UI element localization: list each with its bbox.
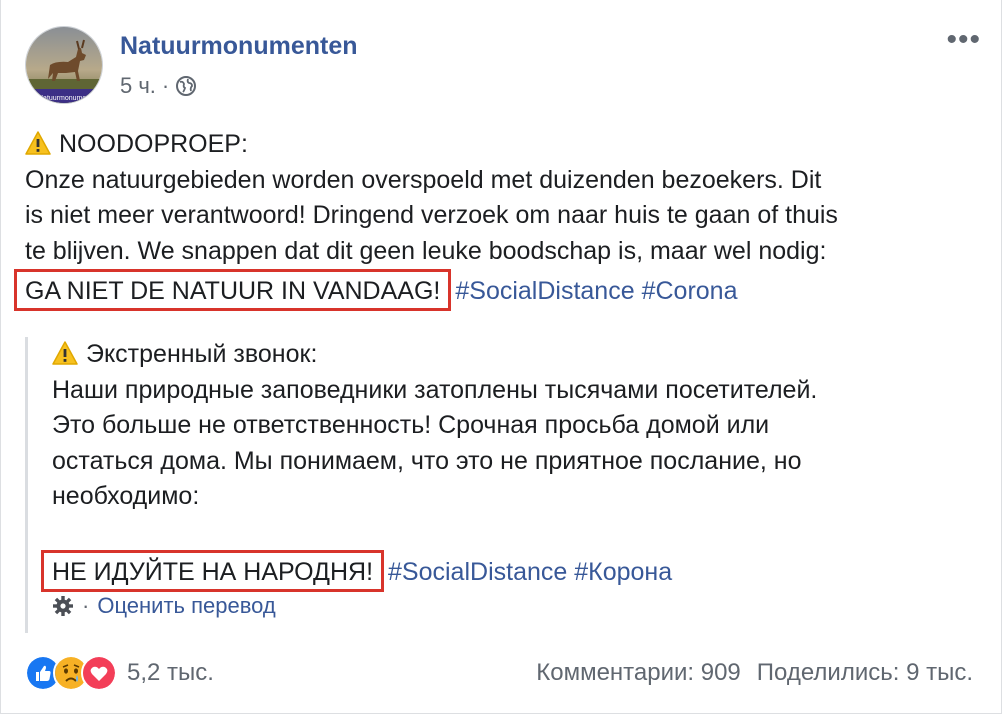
translation-line-4: необходимо: bbox=[52, 482, 200, 510]
warning-icon bbox=[25, 130, 51, 155]
translation-heading: Экстренный звонок: bbox=[86, 340, 318, 368]
meta-separator: · bbox=[161, 73, 170, 98]
comments-count-link[interactable]: Комментарии: 909 bbox=[536, 659, 741, 687]
hashtag-corona[interactable]: #Corona bbox=[642, 277, 738, 305]
post-footer: 5,2 тыс. Комментарии: 909 Поделились: 9 … bbox=[25, 648, 973, 698]
globe-icon bbox=[175, 75, 197, 97]
post-card: Natuurmonumenten Natuurmonumenten 5 ч. ·… bbox=[0, 0, 1002, 714]
highlight-box: GA NIET DE NATUUR IN VANDAAG! bbox=[14, 269, 452, 311]
reaction-count[interactable]: 5,2 тыс. bbox=[127, 659, 214, 687]
gear-icon bbox=[52, 595, 74, 617]
post-heading: NOODOPROEP: bbox=[59, 130, 248, 158]
post-highlight: GA NIET DE NATUUR IN VANDAAG! bbox=[25, 277, 441, 305]
translation-highlight-box: НЕ ИДУЙТЕ НА НАРОДНЯ! bbox=[41, 549, 385, 592]
rate-translation[interactable]: · Оценить перевод bbox=[52, 593, 985, 619]
post-meta: 5 ч. · bbox=[120, 73, 197, 99]
post-timestamp[interactable]: 5 ч. bbox=[120, 73, 156, 99]
post-line-2: is niet meer verantwoord! Dringend verzo… bbox=[25, 201, 838, 229]
reactions-summary[interactable]: 5,2 тыс. bbox=[25, 655, 214, 691]
translation-line-2: Это больше не ответственность! Срочная п… bbox=[52, 411, 770, 439]
rate-translation-link[interactable]: Оценить перевод bbox=[97, 593, 275, 619]
post-line-1: Onze natuurgebieden worden overspoeld me… bbox=[25, 165, 822, 194]
shares-count-link[interactable]: Поделились: 9 тыс. bbox=[757, 659, 973, 687]
translation-highlight: НЕ ИДУЙТЕ НА НАРОДНЯ! bbox=[52, 557, 374, 586]
translation-hashtag-corona[interactable]: #Корона bbox=[574, 558, 672, 586]
translation-hashtag-social-distance[interactable]: #SocialDistance bbox=[388, 558, 567, 586]
rate-separator: · bbox=[82, 592, 90, 618]
translation-line-3: остаться дома. Мы понимаем, что это не п… bbox=[52, 446, 802, 475]
translation-line-1: Наши природные заповедники затоплены тыс… bbox=[52, 375, 818, 404]
page-avatar[interactable]: Natuurmonumenten bbox=[25, 26, 103, 104]
warning-icon bbox=[52, 340, 78, 365]
post-line-3: te blijven. We snappen dat dit geen leuk… bbox=[25, 236, 827, 265]
post-text: NOODOPROEP: Onze natuurgebieden worden o… bbox=[14, 127, 985, 311]
hashtag-social-distance[interactable]: #SocialDistance bbox=[455, 277, 634, 305]
more-options-button[interactable]: ••• bbox=[946, 25, 981, 55]
translation-block: Экстренный звонок: Наши природные запове… bbox=[25, 337, 985, 633]
avatar-caption: Natuurmonumenten bbox=[38, 95, 100, 102]
love-icon bbox=[81, 655, 117, 691]
page-name-link[interactable]: Natuurmonumenten bbox=[120, 32, 358, 61]
